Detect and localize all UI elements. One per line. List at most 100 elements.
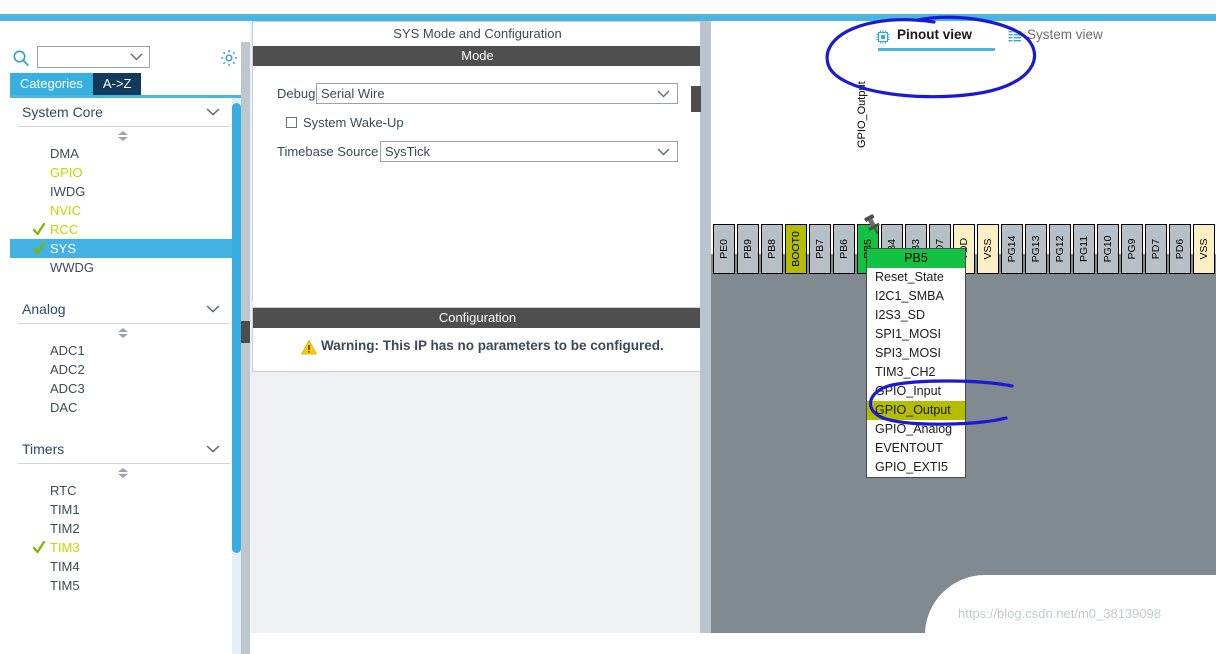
pin-pd7[interactable]: PD7 [1145,224,1167,274]
search-input[interactable] [40,48,134,68]
ip-group-spinner[interactable] [10,465,238,481]
check-icon [32,222,46,236]
pin-vss[interactable]: VSS [977,224,999,274]
sidebar-scrollbar-thumb[interactable] [232,103,241,553]
pinout-view-tabs: Pinout view System view [711,21,1216,57]
pin-pg14[interactable]: PG14 [1001,224,1023,274]
chevron-down-icon[interactable] [206,108,220,116]
sidebar-item-tim4[interactable]: TIM4 [10,557,238,576]
chevron-down-icon[interactable] [657,90,670,98]
search-icon[interactable] [12,49,30,67]
sidebar-item-tim1[interactable]: TIM1 [10,500,238,519]
pin-menu-header: PB5 [867,249,965,268]
pin-menu-options[interactable]: Reset_State I2C1_SMBA I2S3_SD SPI1_MOSI SPI3… [867,268,965,477]
search-combo[interactable] [37,46,150,68]
pin-menu-item-tim3_ch2[interactable]: TIM3_CH2 [867,363,965,382]
pin-label: PG14 [1006,235,1018,263]
pin-menu-item-gpio_output[interactable]: GPIO_Output [867,401,965,420]
tab-pinout-view[interactable]: Pinout view [897,27,972,47]
sidebar-item-wwdg[interactable]: WWDG [10,258,238,277]
pin-pg12[interactable]: PG12 [1049,224,1071,274]
spinner-icon[interactable] [116,327,130,339]
sidebar-item-tim2[interactable]: TIM2 [10,519,238,538]
pin-pg10[interactable]: PG10 [1097,224,1119,274]
spinner-icon[interactable] [116,467,130,479]
pin-menu-item-spi3_mosi[interactable]: SPI3_MOSI [867,344,965,363]
pin-signal-menu[interactable]: PB5 Reset_State I2C1_SMBA I2S3_SD SPI1_MOSI… [866,248,966,478]
sidebar-item-adc3[interactable]: ADC3 [10,379,238,398]
pin-pg11[interactable]: PG11 [1073,224,1095,274]
ip-group-header-system-core[interactable]: System Core [10,98,238,128]
timebase-value: SysTick [385,144,431,159]
sidebar-item-dac[interactable]: DAC [10,398,238,417]
pin-vss[interactable]: VSS [1193,224,1215,274]
system-wakeup-checkbox[interactable] [286,117,297,128]
ip-group-spinner[interactable] [10,128,238,144]
ip-group: Timers RTC TIM1 TIM2 TIM3 TIM4 TIM5 [10,435,238,613]
pin-pb8[interactable]: PB8 [761,224,783,274]
top-accent-bar [0,14,1216,21]
sidebar-right-edge [241,42,250,654]
splitter-handle[interactable] [691,86,701,112]
cubemx-window: Categories A->Z System Core DMA GPIO IWDG NVI… [0,0,1216,654]
sidebar-item-label: TIM2 [50,521,80,536]
sidebar-item-tim3[interactable]: TIM3 [10,538,238,557]
sidebar-item-gpio[interactable]: GPIO [10,163,238,182]
pin-pb7[interactable]: PB7 [809,224,831,274]
pin-boot0[interactable]: BOOT0 [785,224,807,274]
sidebar-item-tim5[interactable]: TIM5 [10,576,238,595]
pin-label: PB8 [766,239,778,259]
sidebar-item-adc1[interactable]: ADC1 [10,341,238,360]
chip-icon [876,30,890,44]
pin-pb9[interactable]: PB9 [737,224,759,274]
sidebar-item-sys[interactable]: SYS [10,239,238,258]
pushpin-icon[interactable] [862,214,884,236]
divider [18,463,230,464]
pin-pd6[interactable]: PD6 [1169,224,1191,274]
pin-pg9[interactable]: PG9 [1121,224,1143,274]
debug-value: Serial Wire [321,86,385,101]
ip-group-spinner[interactable] [10,325,238,341]
divider [18,126,230,127]
chevron-down-icon[interactable] [206,305,220,313]
chevron-down-icon[interactable] [657,148,670,156]
sidebar-item-label: RTC [50,483,77,498]
configuration-panel: Configuration Warning: This IP has no pa… [252,307,703,372]
sidebar-item-rtc[interactable]: RTC [10,481,238,500]
chevron-down-icon[interactable] [206,445,220,453]
ip-category-list[interactable]: System Core DMA GPIO IWDG NVIC RCC SYS WWDG Anal… [10,98,238,654]
tab-a-to-z[interactable]: A->Z [92,73,142,95]
chevron-down-icon[interactable] [130,53,143,61]
pin-pe0[interactable]: PE0 [713,224,735,274]
pin-menu-item-gpio_exti5[interactable]: GPIO_EXTI5 [867,458,965,477]
pin-menu-item-reset_state[interactable]: Reset_State [867,268,965,287]
pin-pg13[interactable]: PG13 [1025,224,1047,274]
sidebar-item-nvic[interactable]: NVIC [10,201,238,220]
ip-group-header-timers[interactable]: Timers [10,435,238,465]
debug-combo[interactable]: Serial Wire [316,83,678,104]
configuration-center-panel: SYS Mode and Configuration Mode Debug Se… [250,21,705,633]
mode-panel: SYS Mode and Configuration Mode Debug Se… [252,21,703,314]
sidebar-item-adc2[interactable]: ADC2 [10,360,238,379]
gear-icon[interactable] [219,48,239,68]
pin-menu-item-eventout[interactable]: EVENTOUT [867,439,965,458]
pin-menu-item-i2c1_smba[interactable]: I2C1_SMBA [867,287,965,306]
chip-package-body [925,575,1216,633]
sidebar-item-dma[interactable]: DMA [10,144,238,163]
timebase-combo[interactable]: SysTick [380,141,678,162]
pin-menu-item-i2s3_sd[interactable]: I2S3_SD [867,306,965,325]
warning-triangle-icon [301,340,317,355]
pin-menu-item-spi1_mosi[interactable]: SPI1_MOSI [867,325,965,344]
tab-system-view[interactable]: System view [1027,27,1103,47]
pin-menu-item-gpio_analog[interactable]: GPIO_Analog [867,420,965,439]
sidebar-collapse-handle[interactable] [241,321,250,343]
pin-menu-item-gpio_input[interactable]: GPIO_Input [867,382,965,401]
sidebar-item-iwdg[interactable]: IWDG [10,182,238,201]
tab-categories[interactable]: Categories [10,73,93,95]
panel-splitter[interactable] [700,21,711,633]
ip-group-title: Timers [22,441,65,457]
ip-group-header-analog[interactable]: Analog [10,295,238,325]
pin-pb6[interactable]: PB6 [833,224,855,274]
sidebar-item-rcc[interactable]: RCC [10,220,238,239]
spinner-icon[interactable] [116,130,130,142]
